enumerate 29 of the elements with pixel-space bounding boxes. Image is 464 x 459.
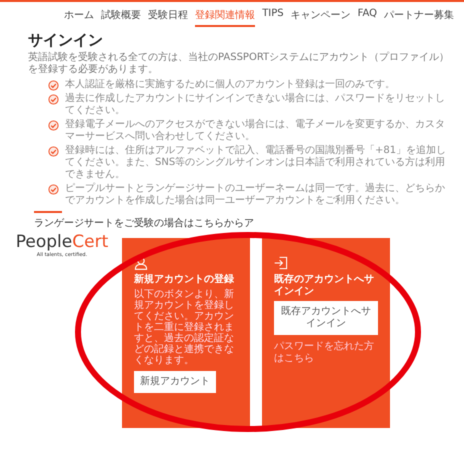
note-text: 過去に作成したアカウントにサインインできない場合には、パスワードをリセットしてください。	[65, 93, 446, 117]
language-cert-text: ランゲージサートをご受験の場合はこちらからア	[34, 216, 255, 230]
card-title: 新規アカウントの登録	[134, 274, 234, 286]
nav-link[interactable]: ホーム	[64, 8, 94, 27]
check-circle-icon	[48, 120, 59, 131]
account-button[interactable]: 新規アカウント	[134, 371, 216, 393]
page-title: サインイン	[28, 31, 104, 50]
nav-link[interactable]: 登録関連情報	[195, 8, 256, 27]
check-circle-icon	[48, 94, 59, 105]
check-circle-icon	[48, 80, 59, 91]
intro-text: 英語試験を受験される全ての方は、当社のPASSPORTシステムにアカウント（プロファイル）を登録する必要があります。	[28, 52, 450, 76]
nav-link[interactable]: 受験日程	[148, 8, 188, 27]
nav-link[interactable]: パートナー募集	[384, 8, 454, 27]
check-circle-icon	[48, 184, 59, 195]
card-text: 以下のボタンより、新規アカウントを登録してください。アカウントを二重に登録されますと、過去の認定証などの記録と連携できなくなります。	[134, 289, 235, 366]
user-icon	[134, 256, 148, 270]
check-circle-icon	[48, 146, 59, 157]
nav-link[interactable]: キャンペーン	[290, 8, 351, 27]
logo-wordmark: PeopleCert	[16, 232, 108, 252]
nav-link[interactable]: FAQ	[358, 8, 377, 27]
note-text: ピープルサートとランゲージサートのユーザーネームは同一です。過去に、どちらかでアカウントを作成した場合は同一ユーザーアカウントをご利用ください。	[65, 183, 446, 207]
account-button[interactable]: 既存アカウントへサインイン	[274, 301, 378, 335]
nav-link[interactable]: 試験概要	[101, 8, 142, 27]
note-text: 登録電子メールへのアクセスができない場合には、電子メールを変更するか、カスタマーサービスへ問い合わせしてください。	[65, 119, 446, 143]
note-text: 登録時には、住所はアルファベットで記入、電話番号の国識別番号「+81」を追加してください。また、SNS等のシングルサインオンは日本語で利用されている方は利用できません。	[65, 145, 448, 181]
nav-link[interactable]: TIPS	[262, 8, 284, 27]
note-text: 本人認証を厳格に実施するために個人のアカウント登録は一回のみです。	[65, 79, 395, 91]
sign-in-icon	[274, 256, 288, 270]
card-title: 既存のアカウントへサインイン	[274, 274, 375, 298]
